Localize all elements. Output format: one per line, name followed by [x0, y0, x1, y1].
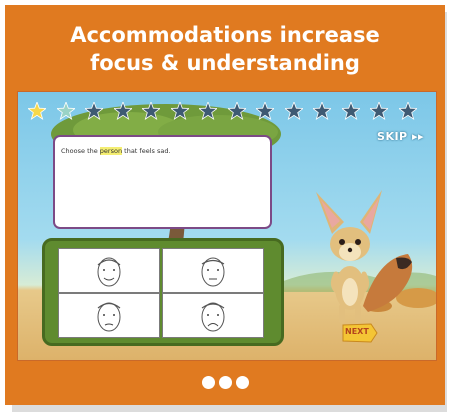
sad-face-icon	[201, 302, 225, 332]
face-option-2[interactable]	[162, 248, 264, 293]
feature-card: Accommodations increase focus & understa…	[5, 5, 445, 405]
progress-star-icon	[199, 102, 217, 120]
carousel-dot[interactable]	[218, 376, 232, 389]
answer-panel	[42, 238, 284, 346]
question-text: Choose the person that feels sad.	[61, 147, 171, 155]
carousel-dot[interactable]	[235, 376, 249, 389]
progress-star-icon	[227, 102, 246, 120]
progress-star-icon	[113, 102, 132, 120]
progress-star-icon	[28, 102, 46, 120]
title-line-2: focus & understanding	[90, 51, 360, 75]
progress-star-icon	[56, 102, 75, 120]
question-prefix: Choose the	[61, 147, 100, 155]
progress-star-icon	[85, 102, 103, 120]
progress-star-icon	[398, 102, 417, 120]
carousel-dot[interactable]	[201, 376, 215, 389]
skip-button[interactable]: SKIP ▸▸	[377, 130, 424, 143]
progress-star-icon	[313, 102, 331, 120]
title-line-1: Accommodations increase	[70, 23, 380, 47]
worried-face-icon	[97, 302, 121, 332]
fox-character	[316, 190, 413, 324]
game-screenshot: SKIP ▸▸ Choose the person that feels sad…	[17, 91, 437, 361]
neutral-face-icon	[201, 257, 225, 287]
progress-star-icon	[142, 102, 160, 120]
question-highlight: person	[99, 147, 123, 155]
progress-stars	[28, 102, 418, 120]
carousel-dots	[5, 374, 445, 393]
progress-star-icon	[284, 102, 303, 120]
next-label: NEXT	[345, 327, 369, 336]
progress-star-icon	[256, 102, 274, 120]
face-option-3[interactable]	[58, 293, 160, 338]
smiling-face-icon	[97, 257, 121, 287]
progress-star-icon	[370, 102, 388, 120]
face-option-1[interactable]	[58, 248, 160, 293]
next-button[interactable]: NEXT	[340, 322, 378, 344]
question-suffix: that feels sad.	[122, 147, 171, 155]
progress-star-icon	[341, 102, 360, 120]
face-option-4[interactable]	[162, 293, 264, 338]
card-title: Accommodations increase focus & understa…	[5, 21, 445, 77]
question-card: Choose the person that feels sad.	[53, 135, 272, 229]
progress-star-icon	[170, 102, 189, 120]
